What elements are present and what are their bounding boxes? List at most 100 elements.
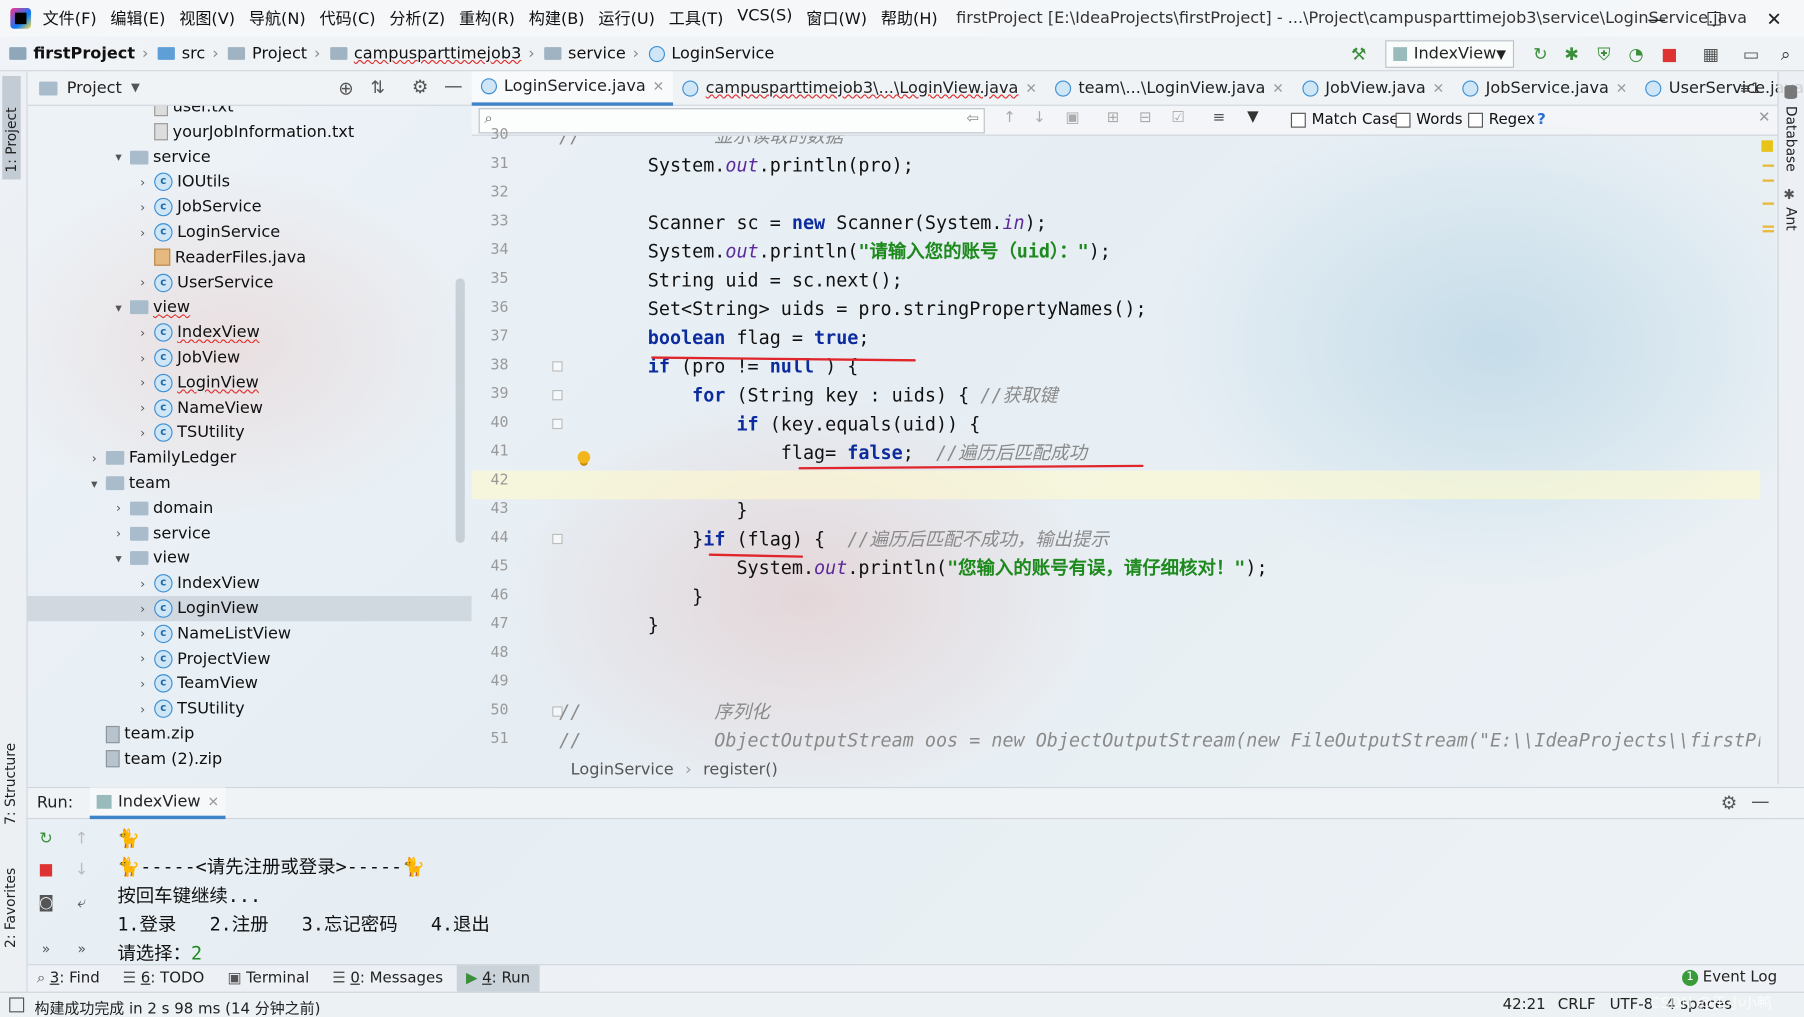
menu-item[interactable]: 代码(C) [319, 7, 375, 30]
collapse-all-icon[interactable]: ⇅ [370, 77, 384, 98]
menu-item[interactable]: 视图(V) [179, 7, 235, 30]
scroll-down-icon[interactable]: ↓ [71, 859, 92, 880]
code-line[interactable]: System.out.println(pro); [559, 151, 914, 180]
chevron-right-icon[interactable]: › [110, 501, 126, 516]
chevron-right-icon[interactable]: › [135, 701, 151, 716]
editor-tab[interactable]: JobService.java ✕ [1453, 71, 1636, 106]
tree-item[interactable]: › c NameView [28, 395, 472, 420]
tree-item[interactable]: user.txt [28, 105, 472, 120]
menu-item[interactable]: 导航(N) [249, 7, 306, 30]
menu-item[interactable]: 运行(U) [598, 7, 655, 30]
chevron-down-icon[interactable]: ▾ [110, 150, 126, 165]
stop-icon[interactable]: ■ [1659, 44, 1680, 65]
chevron-right-icon[interactable]: › [135, 225, 151, 240]
chevron-down-icon[interactable]: ▼ [131, 82, 140, 95]
tree-item[interactable]: › c LoginView [28, 370, 472, 395]
match-case-option[interactable]: Match Case [1290, 112, 1399, 129]
status-toggle-icon[interactable] [9, 997, 25, 1013]
code-line[interactable]: System.out.println("请输入您的账号（uid）："); [559, 237, 1111, 266]
tree-item[interactable]: › c ProjectView [28, 646, 472, 671]
code-line[interactable]: String uid = sc.next(); [559, 266, 903, 295]
tree-item[interactable]: ReaderFiles.java [28, 245, 472, 270]
soft-wrap-icon[interactable]: ⤶ [71, 893, 92, 914]
minimize-button[interactable]: — [1629, 0, 1684, 37]
chevron-down-icon[interactable]: ▾ [110, 551, 126, 566]
chevron-down-icon[interactable]: ▾ [110, 300, 126, 315]
tree-item[interactable]: › c IndexView [28, 320, 472, 345]
chevron-down-icon[interactable]: ▾ [86, 476, 102, 491]
tree-item[interactable]: › c NameListView [28, 621, 472, 646]
ant-tool-tab[interactable]: Ant [1783, 207, 1799, 231]
editor-error-stripe[interactable] [1760, 136, 1777, 755]
chevron-right-icon[interactable]: › [135, 651, 151, 666]
tree-item[interactable]: ▾ service [28, 144, 472, 169]
toggle-occurrences-icon[interactable]: ☑ [1171, 109, 1184, 126]
menu-item[interactable]: 构建(B) [529, 7, 585, 30]
close-tab-icon[interactable]: ✕ [1025, 80, 1037, 96]
funnel-icon[interactable]: ▼ [1247, 108, 1259, 125]
coverage-shield-icon[interactable]: ⛨ [1593, 44, 1614, 65]
code-line[interactable]: }if (flag) { //遍历后匹配不成功，输出提示 [559, 525, 1109, 554]
project-structure-icon[interactable]: ▦ [1700, 44, 1721, 65]
add-occurrence-icon[interactable]: ⊞ [1107, 109, 1120, 126]
tree-item[interactable]: › c IOUtils [28, 170, 472, 195]
breadcrumb-class[interactable]: LoginService [648, 44, 774, 63]
tree-item[interactable]: ▾ view [28, 295, 472, 320]
warning-marker[interactable] [1762, 179, 1775, 182]
chevron-right-icon[interactable]: › [135, 400, 151, 415]
tree-item[interactable]: › c JobService [28, 195, 472, 220]
run-tab-indexview[interactable]: IndexView ✕ [89, 786, 226, 820]
warning-marker[interactable] [1762, 202, 1775, 205]
code-line[interactable]: for (String key : uids) { //获取键 [559, 381, 1058, 410]
code-line[interactable]: if (key.equals(uid)) { [559, 410, 980, 439]
close-find-icon[interactable]: ✕ [1758, 109, 1771, 126]
tree-item[interactable]: › c TSUtility [28, 420, 472, 445]
code-line[interactable]: // 显示读取的数据 [559, 136, 843, 151]
warning-marker[interactable] [1762, 164, 1775, 167]
tree-item[interactable]: › c JobView [28, 345, 472, 370]
code-line[interactable]: System.out.println("您输入的账号有误，请仔细核对！"); [559, 553, 1267, 582]
tree-item[interactable]: › c TSUtility [28, 696, 472, 721]
gear-icon[interactable]: ⚙ [412, 76, 429, 98]
clear-search-icon[interactable]: ⇦ [967, 110, 980, 127]
close-tab-icon[interactable]: ✕ [1272, 80, 1284, 96]
close-tab-icon[interactable]: ✕ [653, 78, 665, 94]
breadcrumb-src[interactable]: src › [157, 44, 219, 63]
regex-help-link[interactable]: ? [1537, 112, 1546, 129]
chevron-right-icon[interactable]: › [135, 375, 151, 390]
structure-tool-tab[interactable]: 7: Structure [2, 733, 18, 825]
rerun-icon[interactable]: ↻ [36, 828, 57, 849]
locate-icon[interactable]: ⊕ [338, 77, 353, 99]
editor-tab[interactable]: team\...\LoginView.java ✕ [1046, 71, 1293, 106]
file-encoding[interactable]: UTF-8 [1610, 996, 1654, 1013]
code-line[interactable]: } [559, 496, 747, 525]
menu-item[interactable]: 帮助(H) [881, 7, 938, 30]
project-view-selector[interactable]: Project [67, 79, 122, 97]
bottom-tab[interactable]: ▣ Terminal [218, 965, 318, 993]
code-line[interactable]: } [559, 611, 659, 640]
line-separator[interactable]: CRLF [1558, 996, 1596, 1013]
close-tab-icon[interactable]: ✕ [207, 793, 219, 809]
database-tool-tab[interactable]: Database [1783, 106, 1799, 172]
chevron-right-icon[interactable]: › [135, 426, 151, 441]
tree-item[interactable]: › domain [28, 496, 472, 521]
menu-item[interactable]: VCS(S) [737, 7, 792, 30]
select-all-icon[interactable]: ▣ [1065, 109, 1079, 126]
previous-occurrence-icon[interactable]: ↑ [1003, 109, 1016, 126]
run-console[interactable]: 🐈 🐈-----<请先注册或登录>-----🐈 按回车键继续... 1.登录 2.注册… [106, 819, 1774, 963]
inspection-ok-icon[interactable] [1761, 140, 1773, 152]
warning-marker[interactable] [1762, 225, 1775, 228]
event-log-button[interactable]: 1 Event Log [1682, 969, 1777, 986]
tab-overflow-button[interactable]: ≡1 [1740, 81, 1760, 97]
next-occurrence-icon[interactable]: ↓ [1033, 109, 1046, 126]
chevron-right-icon[interactable]: › [135, 626, 151, 641]
status-message[interactable]: 构建成功完成 in 2 s 98 ms (14 分钟之前) [35, 996, 321, 1017]
bottom-tab[interactable]: ⌕ 3: Find [28, 965, 109, 993]
tree-item[interactable]: team (2).zip [28, 746, 472, 771]
breadcrumb-module[interactable]: campusparttimejob3 › [329, 44, 535, 63]
menu-item[interactable]: 编辑(E) [110, 7, 165, 30]
chevron-right-icon[interactable]: › [135, 601, 151, 616]
warning-marker[interactable] [1762, 230, 1775, 233]
filter-icon[interactable]: ≡ [1213, 109, 1226, 126]
code-line[interactable]: // ObjectOutputStream oos = new ObjectOu… [559, 726, 1760, 755]
